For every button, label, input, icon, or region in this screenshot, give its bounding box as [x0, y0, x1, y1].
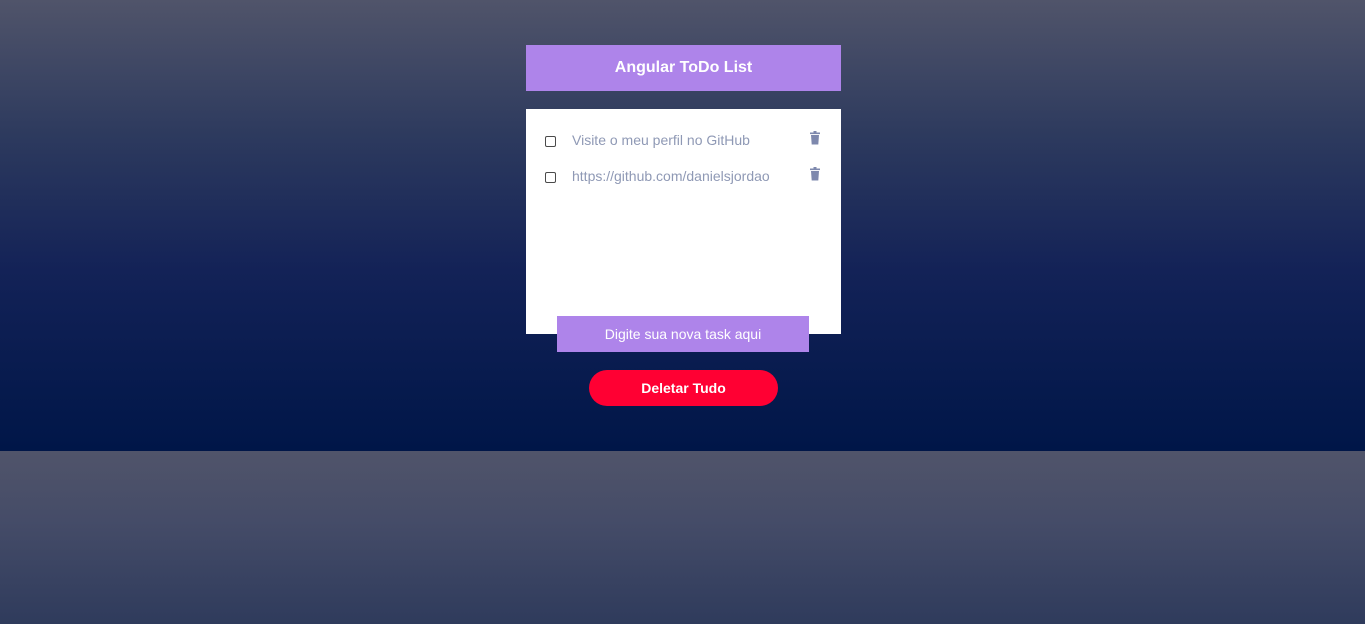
- app-title-bar: Angular ToDo List: [526, 45, 841, 91]
- trash-icon[interactable]: [810, 131, 820, 145]
- delete-all-button[interactable]: Deletar Tudo: [589, 370, 778, 406]
- trash-icon[interactable]: [810, 167, 820, 181]
- page-background-lower: [0, 451, 1365, 624]
- todo-item[interactable]: Visite o meu perfil no GitHub: [526, 131, 841, 151]
- todo-item[interactable]: https://github.com/danielsjordao: [526, 167, 841, 187]
- new-task-input[interactable]: Digite sua nova task aqui: [557, 316, 809, 352]
- app-title: Angular ToDo List: [614, 59, 753, 76]
- todo-text: Visite o meu perfil no GitHub: [572, 132, 750, 148]
- delete-all-label: Deletar Tudo: [641, 380, 726, 396]
- todo-checkbox[interactable]: [545, 136, 556, 147]
- todo-checkbox[interactable]: [545, 172, 556, 183]
- todo-list-card: Visite o meu perfil no GitHub https://gi…: [526, 109, 841, 334]
- new-task-placeholder: Digite sua nova task aqui: [604, 326, 762, 342]
- todo-text: https://github.com/danielsjordao: [572, 168, 770, 184]
